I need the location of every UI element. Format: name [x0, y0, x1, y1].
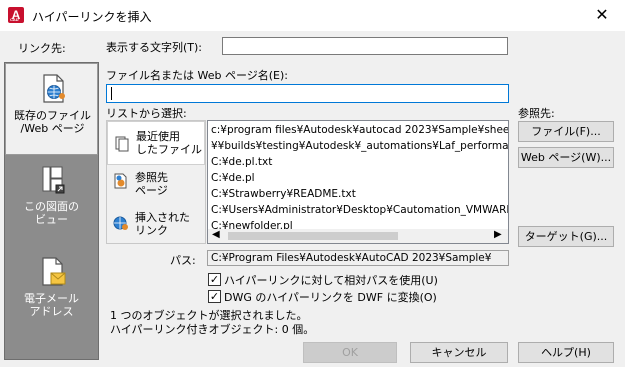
list-item[interactable]: C:¥de.pl.txt — [211, 156, 272, 168]
help-button[interactable]: ヘルプ(H) — [518, 342, 614, 363]
tab-recent-files[interactable]: 最近使用 したファイル — [107, 121, 205, 165]
drawing-view-icon — [42, 166, 65, 194]
path-label: パス: — [170, 254, 196, 267]
text-caret — [111, 87, 112, 100]
filename-label: ファイル名または Web ページ名(E): — [106, 69, 288, 82]
display-text-label: 表示する文字列(T): — [106, 41, 203, 54]
close-button[interactable]: ✕ — [579, 0, 625, 31]
tab-inserted-links[interactable]: 挿入された リンク — [107, 205, 205, 245]
dwg-to-dwf-checkbox[interactable]: ✓ — [208, 290, 221, 303]
sidebar-item-email-address[interactable]: 電子メール アドレス — [5, 247, 98, 339]
inserted-links-icon — [113, 216, 128, 230]
filename-input[interactable] — [106, 84, 509, 103]
globe-file-icon — [43, 74, 65, 103]
dwg-to-dwf-label: DWG のハイパーリンクを DWF に変換(O) — [224, 291, 437, 304]
horizontal-scrollbar[interactable]: ◀ ▶ — [208, 229, 508, 243]
relative-path-checkbox[interactable]: ✓ — [208, 273, 221, 286]
list-item[interactable]: C:¥Strawberry¥README.txt — [211, 188, 356, 200]
path-value: C:¥Program Files¥Autodesk¥AutoCAD 2023¥S… — [207, 250, 509, 266]
tab-browsed-pages[interactable]: 参照先 ページ — [107, 165, 205, 203]
ok-button[interactable]: OK — [303, 342, 397, 363]
status-hyperlinked-objects: ハイパーリンク付きオブジェクト: 0 個。 — [110, 323, 315, 336]
list-item[interactable]: c:¥program files¥Autodesk¥autocad 2023¥S… — [211, 124, 508, 136]
email-icon — [42, 257, 66, 286]
file-list[interactable]: c:¥program files¥Autodesk¥autocad 2023¥S… — [207, 120, 509, 244]
browse-label: 参照先: — [518, 107, 555, 120]
display-text-input[interactable] — [222, 37, 508, 55]
list-item[interactable]: C:¥de.pl — [211, 172, 255, 184]
browse-web-button[interactable]: Web ページ(W)... — [518, 147, 614, 168]
list-item[interactable]: C:¥Users¥Administrator¥Desktop¥Cautomati… — [211, 204, 508, 216]
scroll-left-icon[interactable]: ◀ — [212, 229, 220, 240]
target-button[interactable]: ターゲット(G)... — [518, 226, 614, 247]
close-icon: ✕ — [595, 5, 609, 24]
relative-path-label: ハイパーリンクに対して相対パスを使用(U) — [224, 274, 438, 287]
scrollbar-thumb[interactable] — [228, 232, 398, 240]
list-item[interactable]: ¥¥builds¥testing¥Autodesk¥_automations¥L… — [211, 140, 508, 152]
sidebar-item-existing-file[interactable]: 既存のファイル /Web ページ — [5, 63, 98, 155]
sidebar-item-drawing-view[interactable]: この図面の ビュー — [5, 155, 98, 247]
select-from-label: リストから選択: — [106, 107, 187, 120]
title-bar: A CAD ハイパーリンクを挿入 ✕ — [0, 0, 625, 31]
link-type-sidebar: 既存のファイル /Web ページ この図面の ビュー 電子メール アドレス — [4, 62, 99, 360]
cancel-button[interactable]: キャンセル — [410, 342, 508, 363]
browsed-pages-icon — [114, 173, 127, 189]
recent-files-icon — [115, 136, 129, 152]
checkmark-icon: ✓ — [209, 290, 220, 303]
checkmark-icon: ✓ — [209, 273, 220, 286]
autocad-app-icon: A CAD — [8, 7, 24, 23]
link-to-label: リンク先: — [18, 42, 66, 55]
list-source-tabs: 最近使用 したファイル 参照先 ページ 挿入された リンク — [106, 120, 206, 244]
browse-file-button[interactable]: ファイル(F)... — [518, 121, 614, 142]
scroll-right-icon[interactable]: ▶ — [494, 229, 502, 240]
window-title: ハイパーリンクを挿入 — [32, 10, 152, 24]
